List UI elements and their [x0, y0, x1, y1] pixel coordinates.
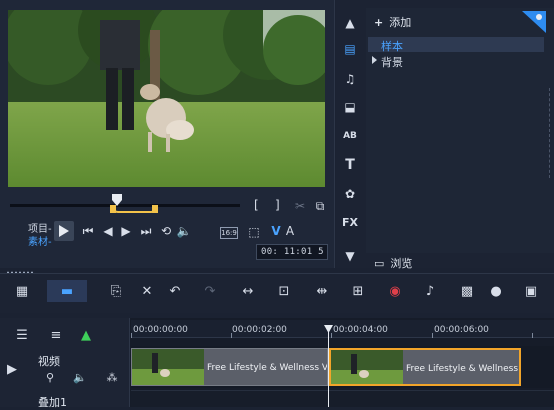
library-item-label[interactable]: 背景: [381, 54, 403, 70]
link-icon[interactable]: ⚲: [40, 368, 60, 386]
crop-icon[interactable]: ⬚: [246, 224, 262, 240]
record-icon[interactable]: ◉: [385, 282, 405, 300]
fit-icon[interactable]: ↔: [238, 282, 258, 300]
split-icon[interactable]: ⇹: [312, 282, 332, 300]
ruler-tick: [532, 333, 533, 338]
overlay-track: [131, 390, 554, 407]
graphics-icon[interactable]: ✿: [340, 185, 360, 203]
timeline-clip[interactable]: Free Lifestyle & Wellness Vide: [131, 348, 328, 386]
title-editor-icon[interactable]: ▣: [521, 282, 541, 300]
storyboard-view-icon[interactable]: ▦: [12, 282, 32, 300]
audio-mixer-icon[interactable]: ♪: [420, 282, 440, 300]
plus-icon: +: [374, 16, 384, 29]
redo-icon[interactable]: ↷: [200, 282, 220, 300]
clip-thumbnail: [331, 350, 403, 384]
media-icon[interactable]: ▤: [340, 40, 360, 58]
audio-icon[interactable]: ♫: [340, 70, 360, 88]
title-icon[interactable]: T: [340, 156, 360, 174]
clip-thumbnail: [132, 349, 204, 385]
ruler-tick: [131, 333, 132, 338]
clip-mode-label[interactable]: 素材-: [28, 233, 52, 248]
trim-in-handle[interactable]: [110, 205, 116, 213]
scroll-icon[interactable]: ▲: [76, 326, 96, 344]
ruler-label: 00:00:06:00: [434, 325, 489, 335]
timeline-view-icon[interactable]: ▬: [57, 282, 77, 300]
next-frame-icon[interactable]: ▶: [118, 223, 134, 239]
playhead-handle[interactable]: [324, 325, 333, 333]
video-preview: [8, 10, 325, 187]
browse-label: 浏览: [390, 257, 413, 270]
trim-range[interactable]: [112, 205, 157, 213]
timeline-playhead[interactable]: [328, 327, 329, 407]
up-arrow-icon[interactable]: ▲: [340, 14, 360, 32]
undo-icon[interactable]: ↶: [165, 282, 185, 300]
mark-out-button[interactable]: ]: [275, 198, 280, 212]
fx-icon[interactable]: FX: [340, 213, 360, 231]
browse-button[interactable]: ▭ 浏览: [374, 255, 412, 271]
timeline-clip-selected[interactable]: Free Lifestyle & Wellness Vide: [329, 348, 521, 386]
ruler-label: 00:00:04:00: [333, 325, 388, 335]
ruler-tick: [432, 333, 433, 338]
trim-out-handle[interactable]: [152, 205, 158, 213]
ruler-tick: [231, 333, 232, 338]
add-label: 添加: [389, 16, 412, 29]
timecode-field[interactable]: 00: 11:01 5: [256, 244, 328, 260]
end-icon[interactable]: ⏭: [138, 223, 154, 239]
volume-icon[interactable]: 🔈: [176, 223, 192, 239]
library-item-label[interactable]: 样本: [381, 38, 403, 54]
repeat-icon[interactable]: ⟲: [158, 223, 174, 239]
play-icon: [59, 225, 69, 237]
motion-icon[interactable]: ●: [486, 282, 506, 300]
copy-icon[interactable]: ⎘: [106, 282, 126, 300]
split-clip-icon[interactable]: ✂: [292, 198, 308, 214]
add-track-icon[interactable]: ≡: [46, 326, 66, 344]
grid-icon[interactable]: ⁂: [102, 368, 122, 386]
transition-icon[interactable]: AB: [340, 127, 360, 145]
subtitle-icon[interactable]: ⊡: [274, 282, 294, 300]
down-arrow-icon[interactable]: ▼: [340, 247, 360, 265]
clip-title: Free Lifestyle & Wellness Vide: [406, 364, 519, 374]
ruler-tick: [331, 333, 332, 338]
previous-frame-icon[interactable]: ◀: [100, 223, 116, 239]
track-label: 叠加1: [38, 396, 67, 409]
ruler-label: 00:00:02:00: [232, 325, 287, 335]
video-track-icon: ▶: [7, 361, 17, 377]
browse-icon: ▭: [374, 257, 385, 270]
enlarge-icon[interactable]: ⧉: [312, 198, 328, 214]
pin-icon[interactable]: [522, 11, 546, 33]
clip-title: Free Lifestyle & Wellness Vide: [207, 363, 328, 373]
play-button[interactable]: [54, 221, 74, 241]
aspect-ratio-badge[interactable]: 16:9: [220, 227, 238, 239]
instant-project-icon[interactable]: ⬓: [340, 98, 360, 116]
multi-camera-icon[interactable]: ▩: [457, 282, 477, 300]
add-folder-button[interactable]: + 添加: [374, 14, 411, 30]
track-manager-icon[interactable]: ⊞: [348, 282, 368, 300]
track-list-icon[interactable]: ☰: [12, 326, 32, 344]
mark-in-button[interactable]: [: [254, 198, 259, 212]
mute-icon[interactable]: 🔈: [70, 368, 90, 386]
panel-splitter[interactable]: [546, 88, 550, 178]
ruler-label: 00:00:00:00: [133, 325, 188, 335]
expand-arrow-icon[interactable]: [372, 56, 377, 64]
track-label: 视频: [38, 355, 60, 368]
audio-proxy-icon[interactable]: A: [282, 223, 298, 239]
tools-icon[interactable]: ✕: [137, 282, 157, 300]
home-icon[interactable]: ⏮: [80, 223, 96, 239]
